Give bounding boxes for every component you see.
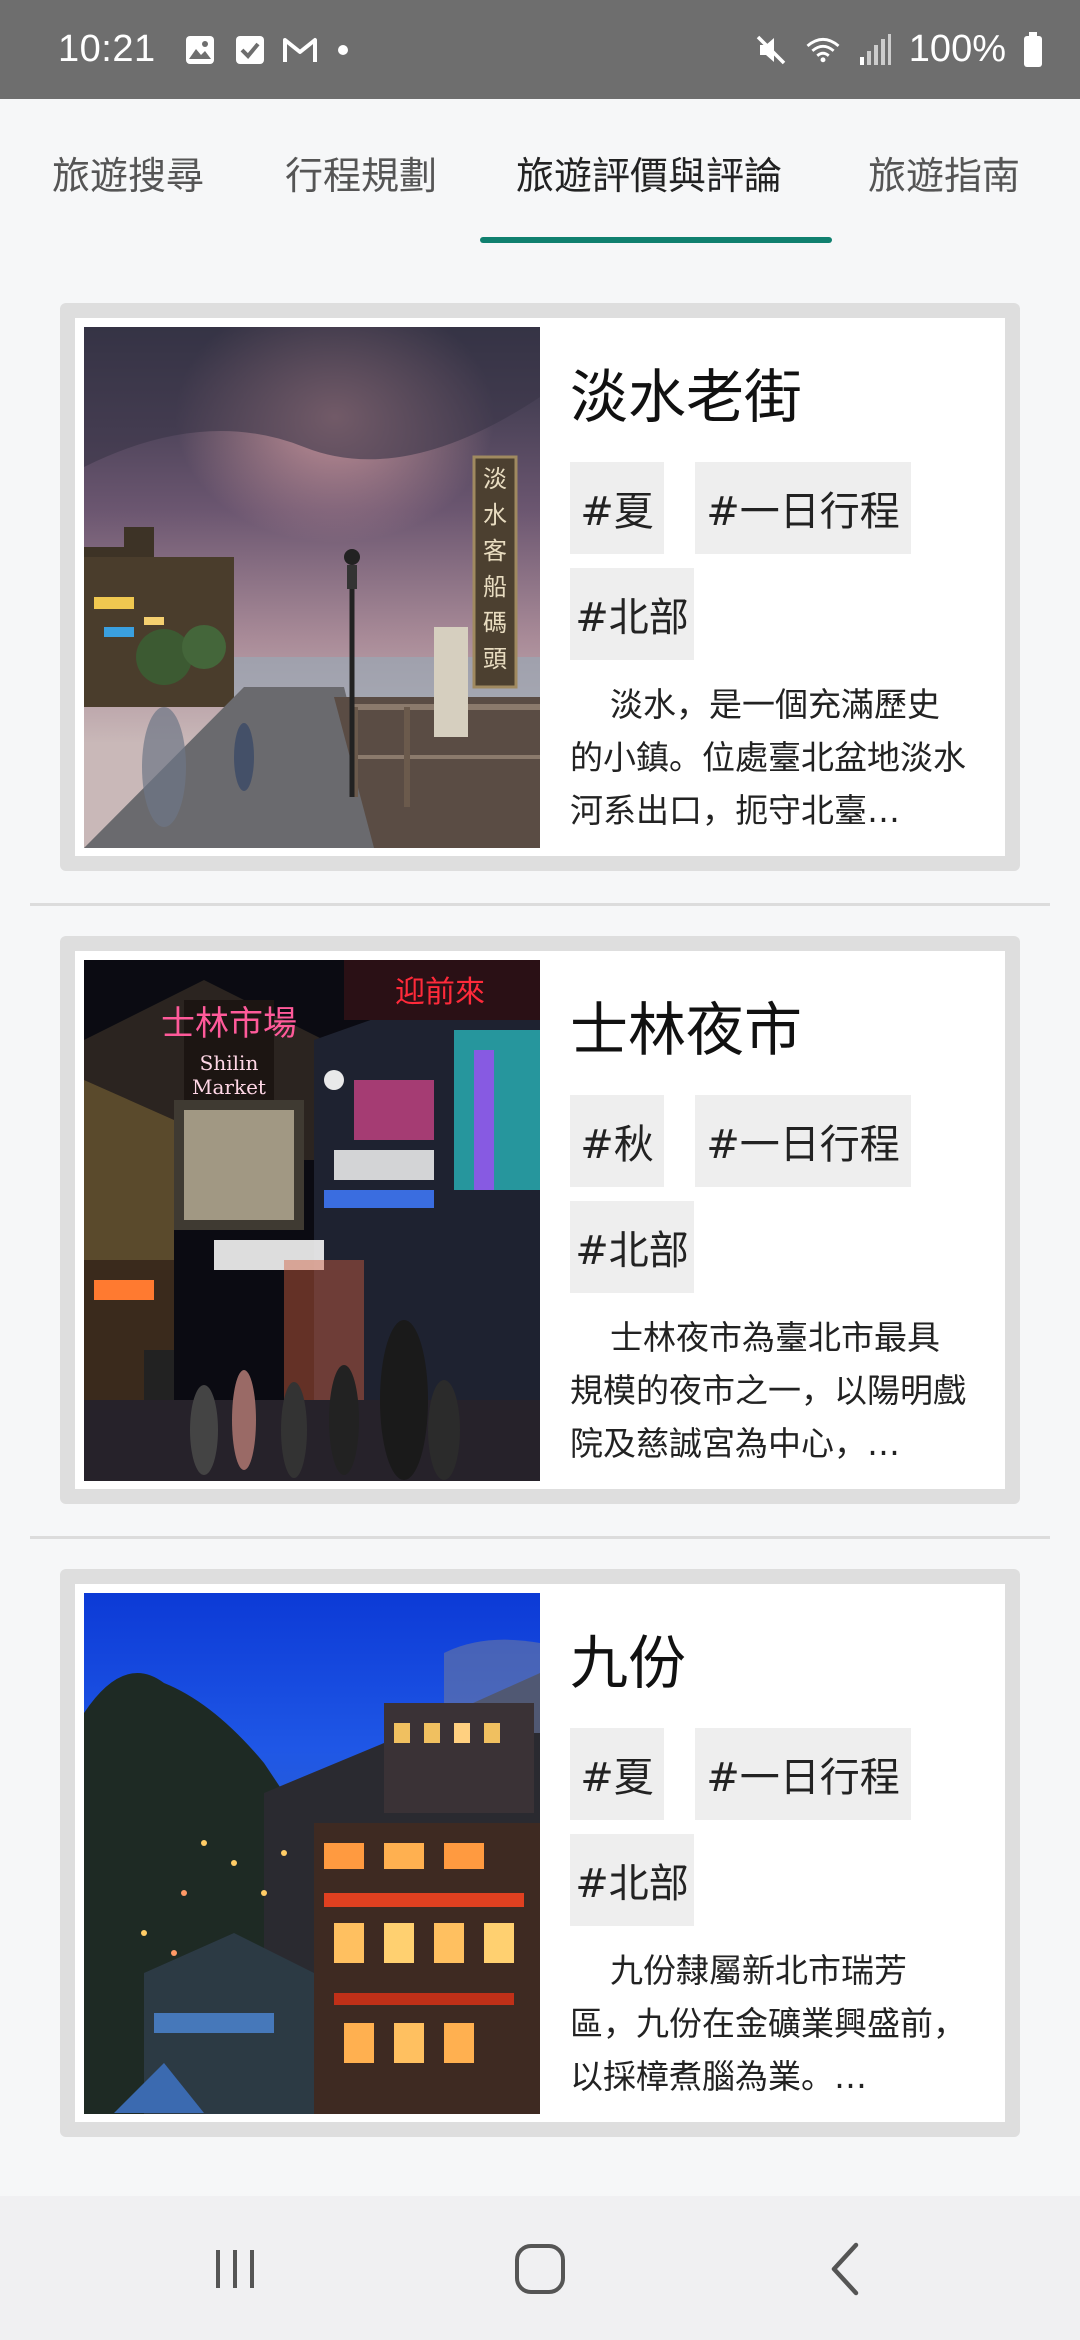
attraction-card-tamsui[interactable]: 淡 水 客 船 碼 頭 淡水老街 #夏 #一日行程 #北部 淡水，是一個充滿歷史… (60, 303, 1020, 871)
signal-icon (857, 32, 893, 68)
svg-text:Shilin: Shilin (200, 1051, 259, 1075)
tag-day-trip[interactable]: #一日行程 (695, 1095, 911, 1187)
tag-region[interactable]: #北部 (570, 1834, 694, 1926)
tab-bar: 旅遊搜尋 行程規劃 旅遊評價與評論 旅遊指南 (0, 99, 1080, 245)
jiufen-photo (84, 1593, 540, 2114)
tag-region[interactable]: #北部 (570, 568, 694, 660)
tab-travel-reviews[interactable]: 旅遊評價與評論 (516, 99, 782, 245)
svg-text:士林市場: 士林市場 (161, 1004, 297, 1044)
tamsui-old-street-photo: 淡 水 客 船 碼 頭 (84, 327, 540, 848)
battery-icon (1022, 31, 1044, 68)
card-description: 九份隸屬新北市瑞芳區，九份在金礦業興盛前，以採樟煮腦為業。… (570, 1951, 966, 2096)
battery-percentage: 100% (908, 28, 1006, 70)
card-title: 淡水老街 (570, 363, 803, 431)
card-description: 淡水，是一個充滿歷史的小鎮。位處臺北盆地淡水河系出口，扼守北臺… (570, 685, 966, 830)
svg-text:迎前來: 迎前來 (395, 975, 485, 1010)
tag-season[interactable]: #夏 (570, 462, 664, 554)
card-title: 九份 (570, 1629, 687, 1697)
card-divider (30, 903, 1050, 906)
card-description: 士林夜市為臺北市最具規模的夜市之一，以陽明戲院及慈誠宮為中心，… (570, 1318, 966, 1463)
wifi-icon (805, 32, 841, 68)
gmail-icon (282, 32, 318, 68)
attraction-card-shilin[interactable]: 士林市場 Shilin Market 迎前來 士林夜市 #秋 #一日行程 #北部… (60, 936, 1020, 1504)
tag-day-trip[interactable]: #一日行程 (695, 1728, 911, 1820)
image-icon (182, 32, 218, 68)
notification-dot-icon (337, 44, 348, 55)
tab-travel-guide[interactable]: 旅遊指南 (868, 99, 1020, 245)
active-tab-indicator (480, 237, 832, 243)
tag-season[interactable]: #夏 (570, 1728, 664, 1820)
svg-text:淡: 淡 (483, 465, 507, 493)
tag-region[interactable]: #北部 (570, 1201, 694, 1293)
svg-text:碼: 碼 (483, 609, 507, 637)
recent-apps-icon[interactable] (180, 2224, 290, 2314)
svg-text:客: 客 (483, 537, 507, 565)
status-bar: 10:21 100% (0, 0, 1080, 99)
attraction-card-jiufen[interactable]: 九份 #夏 #一日行程 #北部 九份隸屬新北市瑞芳區，九份在金礦業興盛前，以採樟… (60, 1569, 1020, 2137)
shilin-night-market-photo: 士林市場 Shilin Market 迎前來 (84, 960, 540, 1481)
svg-text:頭: 頭 (483, 645, 507, 673)
tag-season[interactable]: #秋 (570, 1095, 664, 1187)
back-icon[interactable] (790, 2224, 900, 2314)
svg-text:船: 船 (483, 573, 507, 601)
card-title: 士林夜市 (570, 996, 803, 1064)
check-square-icon (232, 32, 268, 68)
tab-travel-search[interactable]: 旅遊搜尋 (52, 99, 204, 245)
tab-itinerary-planning[interactable]: 行程規劃 (285, 99, 437, 245)
card-divider (30, 1536, 1050, 1539)
system-navigation-bar (0, 2196, 1080, 2340)
status-time: 10:21 (58, 28, 156, 70)
tag-day-trip[interactable]: #一日行程 (695, 462, 911, 554)
svg-text:水: 水 (483, 501, 507, 529)
mute-icon (753, 32, 789, 68)
home-icon[interactable] (485, 2224, 595, 2314)
svg-text:Market: Market (192, 1075, 266, 1099)
